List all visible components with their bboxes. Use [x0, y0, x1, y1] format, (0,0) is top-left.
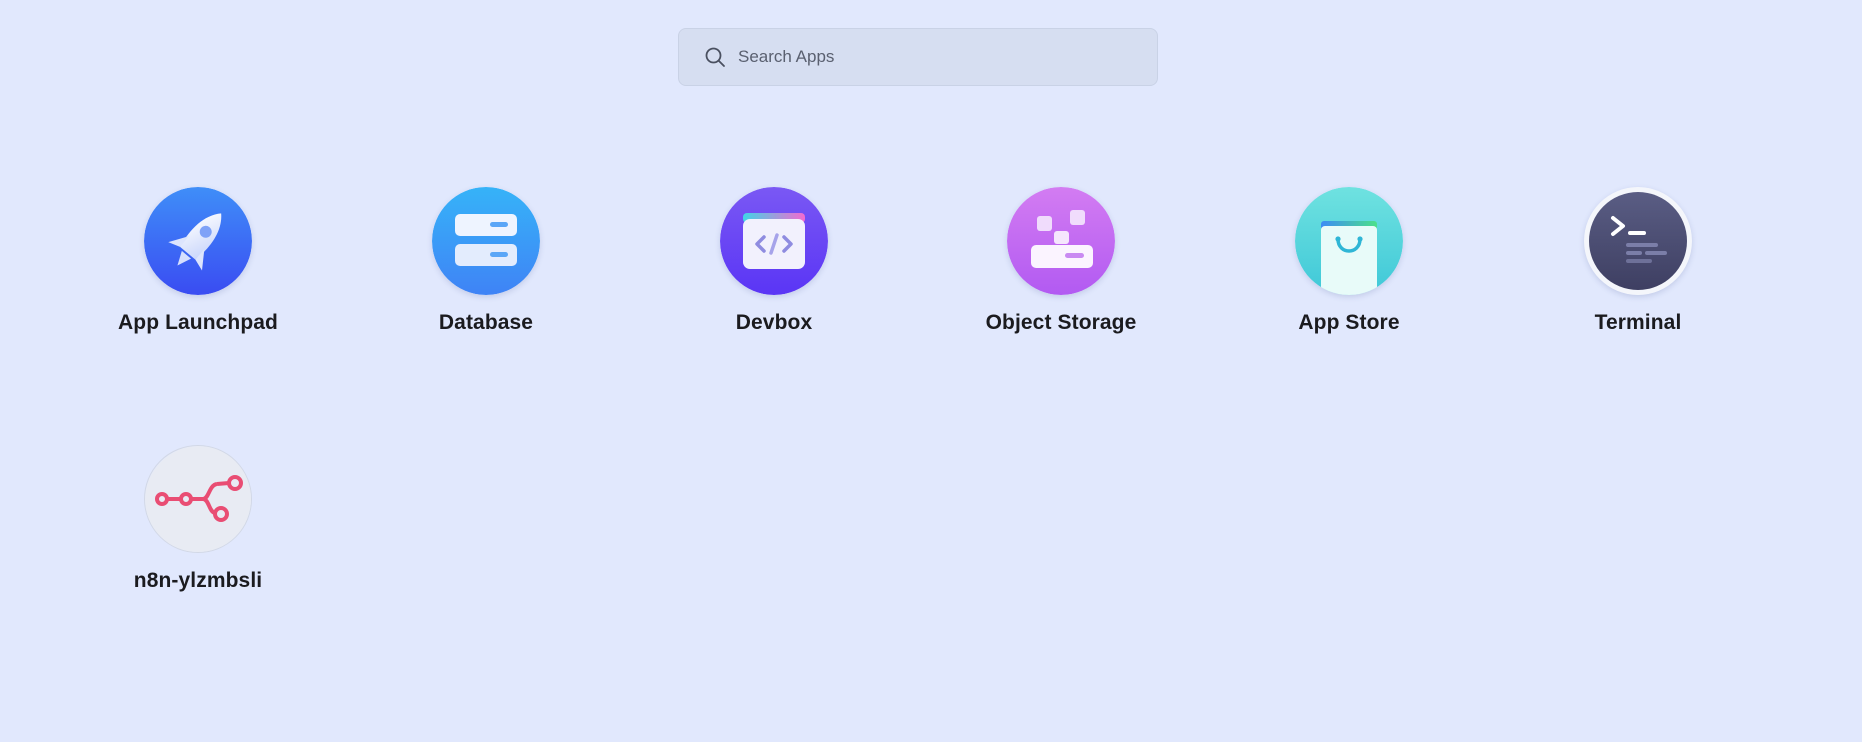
object-storage-icon[interactable] — [1007, 187, 1115, 295]
app-label: Database — [438, 311, 534, 334]
app-launchpad-app[interactable]: App Launchpad — [54, 187, 342, 335]
app-label: Terminal — [1594, 311, 1682, 334]
database-app[interactable]: Database — [342, 187, 630, 335]
search-icon — [704, 46, 726, 68]
n8n-workflow-icon[interactable] — [144, 445, 252, 553]
search-bar[interactable] — [678, 28, 1158, 86]
terminal-icon[interactable] — [1584, 187, 1692, 295]
search-input[interactable] — [738, 37, 1138, 77]
shopping-bag-icon[interactable] — [1295, 187, 1403, 295]
app-label: App Launchpad — [118, 311, 278, 334]
app-label: App Store — [1298, 311, 1400, 334]
terminal-app[interactable]: Terminal — [1494, 187, 1782, 335]
rocket-icon[interactable] — [144, 187, 252, 295]
database-icon[interactable] — [432, 187, 540, 295]
devbox-code-icon[interactable] — [720, 187, 828, 295]
app-label: n8n-ylzmbsli — [133, 569, 263, 592]
desktop-app-launcher: App Launchpad Database — [0, 0, 1862, 742]
app-store-app[interactable]: App Store — [1205, 187, 1493, 335]
devbox-app[interactable]: Devbox — [630, 187, 918, 335]
n8n-ylzmbsli-app[interactable]: n8n-ylzmbsli — [54, 445, 342, 593]
app-label: Object Storage — [985, 311, 1137, 334]
object-storage-app[interactable]: Object Storage — [917, 187, 1205, 335]
app-label: Devbox — [735, 311, 813, 334]
